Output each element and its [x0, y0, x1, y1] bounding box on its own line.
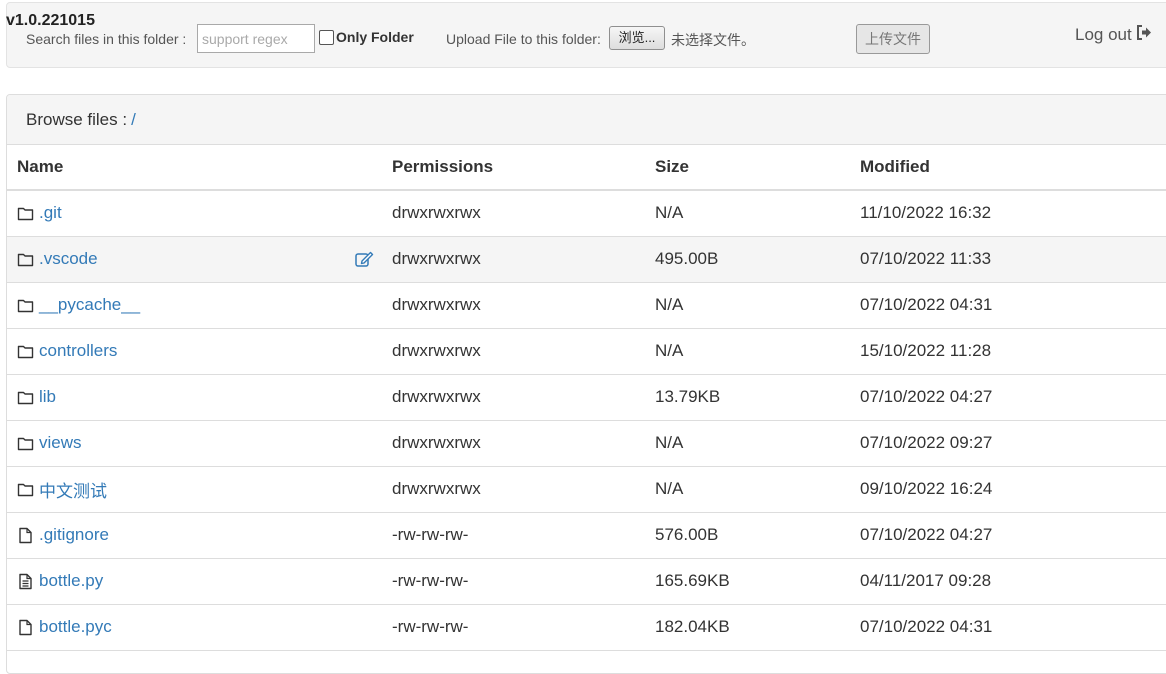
- table-row[interactable]: .git drwxrwxrwx N/A 11/10/2022 16:32: [7, 190, 1166, 237]
- modified-cell: 04/11/2017 09:28: [850, 558, 1166, 605]
- permissions-cell: drwxrwxrwx: [382, 190, 645, 237]
- permissions-cell: -rw-rw-rw-: [382, 512, 645, 559]
- sign-out-icon: [1136, 25, 1152, 45]
- permissions-cell: drwxrwxrwx: [382, 374, 645, 421]
- search-input[interactable]: [197, 24, 315, 53]
- folder-icon: [17, 205, 34, 222]
- logout-label: Log out: [1075, 25, 1132, 44]
- checkbox-box[interactable]: [319, 29, 334, 45]
- size-cell: N/A: [645, 190, 850, 237]
- size-cell: N/A: [645, 328, 850, 375]
- file-name-link[interactable]: .gitignore: [39, 525, 109, 545]
- file-name-link[interactable]: controllers: [39, 341, 117, 361]
- file-name-link[interactable]: __pycache__: [39, 295, 140, 315]
- folder-icon: [17, 389, 34, 406]
- permissions-cell: drwxrwxrwx: [382, 282, 645, 329]
- modified-cell: 07/10/2022 09:27: [850, 420, 1166, 467]
- file-text-icon: [17, 573, 34, 590]
- column-header-size[interactable]: Size: [645, 145, 850, 191]
- modified-cell: 07/10/2022 04:31: [850, 282, 1166, 329]
- table-row[interactable]: views drwxrwxrwx N/A 07/10/2022 09:27: [7, 420, 1166, 467]
- name-cell: .git: [7, 190, 382, 237]
- file-name-link[interactable]: bottle.pyc: [39, 617, 112, 637]
- size-cell: N/A: [645, 466, 850, 513]
- permissions-cell: drwxrwxrwx: [382, 328, 645, 375]
- name-cell: controllers: [7, 328, 382, 375]
- file-name-link[interactable]: lib: [39, 387, 56, 407]
- size-cell: 182.04KB: [645, 604, 850, 651]
- edit-icon[interactable]: [355, 251, 374, 272]
- table-row[interactable]: .vscode drwxrwxrwx 495.00B 07/10/2022 11:33: [7, 236, 1166, 283]
- table-row[interactable]: bottle.pyc -rw-rw-rw- 182.04KB 07/10/2022 0…: [7, 604, 1166, 651]
- folder-icon: [17, 343, 34, 360]
- file-icon: [17, 619, 34, 636]
- size-cell: 165.69KB: [645, 558, 850, 605]
- name-cell: 中文测试: [7, 466, 382, 513]
- table-row[interactable]: bottle.py -rw-rw-rw- 165.69KB 04/11/2017 09…: [7, 558, 1166, 605]
- name-cell: bottle.pyc: [7, 604, 382, 651]
- size-cell: N/A: [645, 282, 850, 329]
- permissions-cell: drwxrwxrwx: [382, 420, 645, 467]
- permissions-cell: -rw-rw-rw-: [382, 558, 645, 605]
- folder-icon: [17, 481, 34, 498]
- column-header-modified[interactable]: Modified: [850, 145, 1166, 191]
- name-cell: lib: [7, 374, 382, 421]
- table-row[interactable]: 中文测试 drwxrwxrwx N/A 09/10/2022 16:24: [7, 466, 1166, 513]
- breadcrumb-root-link[interactable]: /: [131, 110, 136, 129]
- name-cell: .gitignore: [7, 512, 382, 559]
- name-cell: views: [7, 420, 382, 467]
- modified-cell: 07/10/2022 11:33: [850, 236, 1166, 283]
- browse-label: Browse files :: [26, 110, 128, 129]
- file-name-link[interactable]: .git: [39, 203, 62, 223]
- name-cell: __pycache__: [7, 282, 382, 329]
- modified-cell: 07/10/2022 04:27: [850, 374, 1166, 421]
- app-version: v1.0.221015: [6, 12, 95, 29]
- table-row[interactable]: lib drwxrwxrwx 13.79KB 07/10/2022 04:27: [7, 374, 1166, 421]
- size-cell: 13.79KB: [645, 374, 850, 421]
- folder-icon: [17, 297, 34, 314]
- file-name-link[interactable]: .vscode: [39, 249, 98, 269]
- table-row[interactable]: __pycache__ drwxrwxrwx N/A 07/10/2022 04:31: [7, 282, 1166, 329]
- permissions-cell: -rw-rw-rw-: [382, 604, 645, 651]
- only-folder-checkbox[interactable]: Only Folder: [319, 29, 414, 45]
- size-cell: 495.00B: [645, 236, 850, 283]
- name-cell: .vscode: [7, 236, 382, 283]
- breadcrumb: Browse files : /: [7, 95, 1166, 145]
- folder-icon: [17, 251, 34, 268]
- name-cell: bottle.py: [7, 558, 382, 605]
- logout-link[interactable]: Log out: [1075, 25, 1152, 45]
- size-cell: 576.00B: [645, 512, 850, 559]
- only-folder-label: Only Folder: [336, 29, 414, 45]
- modified-cell: 07/10/2022 04:27: [850, 512, 1166, 559]
- file-name-link[interactable]: bottle.py: [39, 571, 103, 591]
- table-row[interactable]: .gitignore -rw-rw-rw- 576.00B 07/10/2022 04…: [7, 512, 1166, 559]
- modified-cell: 07/10/2022 04:31: [850, 604, 1166, 651]
- no-file-selected-text: 未选择文件。: [671, 32, 755, 48]
- browse-file-button[interactable]: 浏览...: [609, 26, 665, 50]
- file-browser-panel: Browse files : / Name Permissions Size Mo…: [6, 94, 1166, 674]
- column-header-permissions[interactable]: Permissions: [382, 145, 645, 191]
- table-header-row: Name Permissions Size Modified: [7, 145, 1166, 191]
- permissions-cell: drwxrwxrwx: [382, 466, 645, 513]
- folder-icon: [17, 435, 34, 452]
- permissions-cell: drwxrwxrwx: [382, 236, 645, 283]
- file-icon: [17, 527, 34, 544]
- upload-label: Upload File to this folder:: [446, 31, 601, 47]
- upload-file-button[interactable]: 上传文件: [856, 24, 930, 54]
- search-label: Search files in this folder :: [26, 31, 187, 47]
- size-cell: N/A: [645, 420, 850, 467]
- file-table: Name Permissions Size Modified .git drwxr…: [7, 145, 1166, 651]
- file-name-link[interactable]: 中文测试: [39, 477, 107, 502]
- modified-cell: 09/10/2022 16:24: [850, 466, 1166, 513]
- modified-cell: 15/10/2022 11:28: [850, 328, 1166, 375]
- modified-cell: 11/10/2022 16:32: [850, 190, 1166, 237]
- column-header-name[interactable]: Name: [7, 145, 382, 191]
- table-row[interactable]: controllers drwxrwxrwx N/A 15/10/2022 11:28: [7, 328, 1166, 375]
- file-name-link[interactable]: views: [39, 433, 82, 453]
